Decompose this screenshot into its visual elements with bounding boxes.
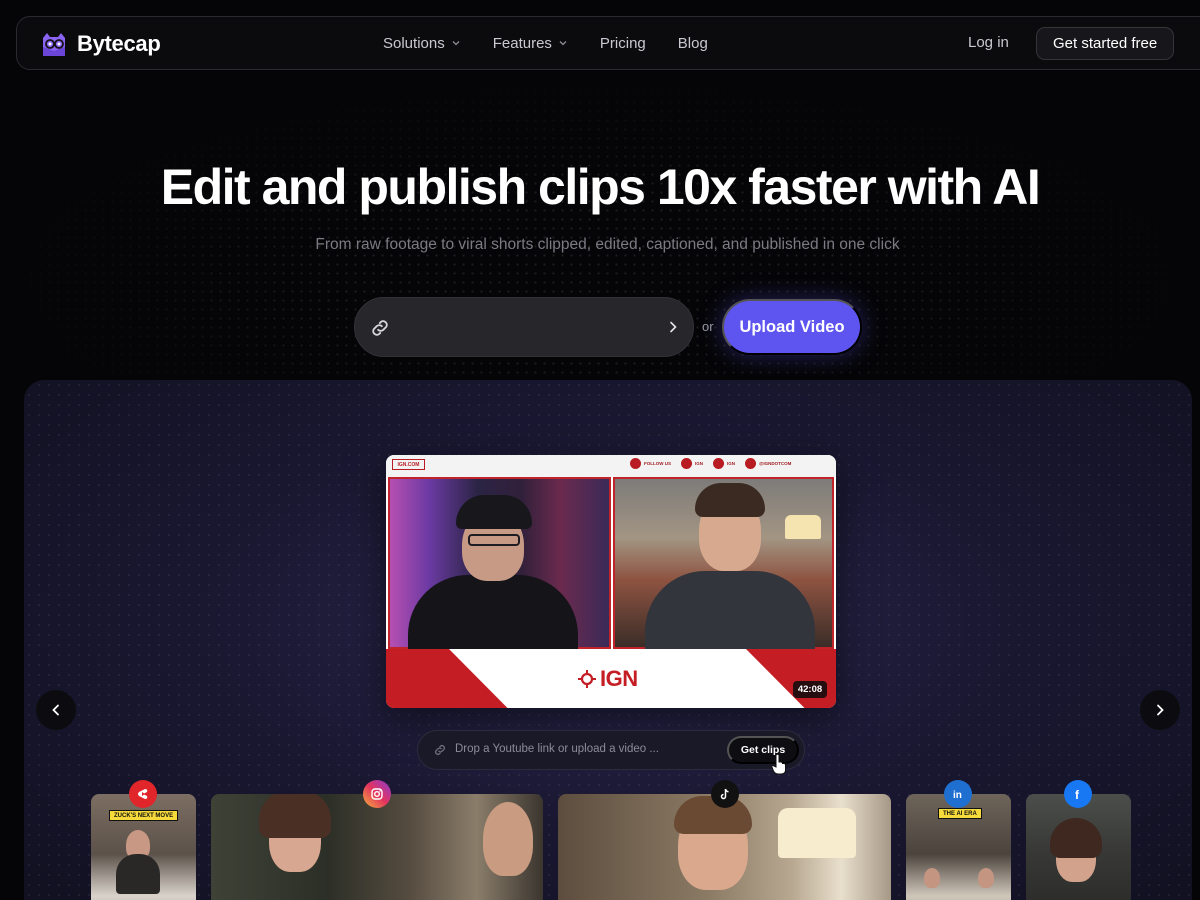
source-video-preview[interactable]: IGN.COM FOLLOW US IGN IGN @IGNDOTCOM IGN… (386, 455, 836, 708)
or-separator: or (702, 319, 714, 334)
video-overlay-topbar: IGN.COM FOLLOW US IGN IGN @IGNDOTCOM (386, 455, 836, 477)
clip-subject-hair (259, 794, 331, 838)
carousel-prev-button[interactable] (36, 690, 76, 730)
nav-solutions[interactable]: Solutions (383, 35, 461, 52)
hero-title: Edit and publish clips 10x faster with A… (160, 159, 1041, 215)
video-webcam-right (613, 477, 834, 661)
chevron-left-icon (52, 704, 59, 716)
top-navbar: Bytecap Solutions Features Pricing Blog … (16, 16, 1200, 70)
clip-subject (978, 868, 994, 888)
video-social-label: FOLLOW US (644, 461, 671, 466)
chevron-down-icon (559, 41, 567, 46)
video-social-label: @IGNDOTCOM (759, 461, 792, 466)
linkedin-icon: in (953, 790, 962, 801)
svg-text:in: in (953, 790, 962, 801)
nav-features[interactable]: Features (493, 35, 568, 52)
linkedin-badge: in (944, 780, 972, 808)
guest-hair (695, 483, 765, 517)
video-site-tag: IGN.COM (392, 459, 425, 470)
snapchat-icon (713, 458, 725, 469)
chevron-right-icon (1157, 704, 1164, 716)
clip-thumbnail[interactable]: ZUCK'S NEXT MOVE (91, 794, 196, 900)
chevron-right-icon[interactable] (666, 320, 680, 334)
video-social-item: IGN (713, 458, 735, 469)
upload-video-button[interactable]: Upload Video (722, 299, 862, 355)
svg-text:f: f (1075, 788, 1080, 801)
instagram-icon (630, 458, 641, 469)
tiktok-icon (720, 788, 729, 800)
instagram-badge (363, 780, 391, 808)
lamp-shade (785, 515, 821, 539)
nav-blog-label: Blog (677, 34, 708, 52)
nav-pricing[interactable]: Pricing (600, 35, 646, 52)
guest-silhouette (645, 571, 815, 661)
video-url-input[interactable] (354, 297, 694, 357)
nav-blog[interactable]: Blog (678, 35, 708, 52)
hero-subtitle: From raw footage to viral shorts clipped… (315, 236, 900, 253)
clip-thumbnail[interactable] (558, 794, 891, 900)
owl-mascot-icon (43, 33, 65, 56)
clip-thumbnail[interactable]: THE AI ERA (906, 794, 1011, 900)
video-social-item: FOLLOW US (630, 458, 671, 469)
instagram-icon (371, 788, 383, 800)
instagram-icon (745, 458, 757, 469)
clip-caption: ZUCK'S NEXT MOVE (109, 810, 179, 821)
facebook-icon: f (1075, 788, 1080, 801)
get-started-button[interactable]: Get started free (1036, 27, 1175, 60)
carousel-next-button[interactable] (1140, 690, 1180, 730)
ign-logo: IGN (578, 666, 638, 692)
link-icon (372, 320, 388, 336)
video-social-label: IGN (695, 461, 704, 466)
video-social-label: IGN (727, 461, 736, 466)
clip-subject-hair (1050, 818, 1102, 858)
nav-features-label: Features (492, 34, 552, 52)
clip-lamp (778, 808, 856, 858)
ign-logo-text: IGN (600, 666, 638, 691)
clip-thumbnail[interactable] (1026, 794, 1131, 900)
hand-pointer-cursor-icon (771, 753, 786, 775)
nav-solutions-label: Solutions (383, 34, 445, 52)
link-icon (435, 745, 445, 755)
clip-subject (924, 868, 940, 888)
clip-thumbnail[interactable] (211, 794, 543, 900)
twitter-icon (681, 458, 692, 469)
video-social-handles: FOLLOW US IGN IGN @IGNDOTCOM (630, 458, 791, 469)
login-link[interactable]: Log in (968, 34, 1009, 51)
brand-logo[interactable]: Bytecap (39, 29, 161, 59)
clip-caption: THE AI ERA (938, 808, 982, 819)
nav-pricing-label: Pricing (599, 34, 646, 52)
primary-nav: Solutions Features Pricing Blog (383, 17, 740, 69)
video-social-item: IGN (681, 458, 703, 469)
speaker-glasses (468, 534, 520, 546)
get-clips-button[interactable]: Get clips (727, 736, 799, 764)
chevron-down-icon (452, 41, 460, 46)
video-duration: 42:08 (793, 681, 827, 698)
video-webcam-left (388, 477, 611, 665)
tiktok-badge (711, 780, 739, 808)
speaker-cap (456, 495, 532, 529)
video-social-item: @IGNDOTCOM (745, 458, 791, 469)
ign-burst-icon (578, 670, 596, 688)
youtube-shorts-badge (129, 780, 157, 808)
facebook-badge: f (1064, 780, 1092, 808)
demo-link-input[interactable]: Drop a Youtube link or upload a video ..… (417, 730, 805, 770)
demo-link-placeholder: Drop a Youtube link or upload a video ..… (455, 743, 659, 755)
brand-name: Bytecap (77, 31, 161, 56)
clip-subject-body (116, 854, 160, 894)
clip-subject (483, 802, 533, 876)
youtube-shorts-icon (138, 789, 148, 799)
